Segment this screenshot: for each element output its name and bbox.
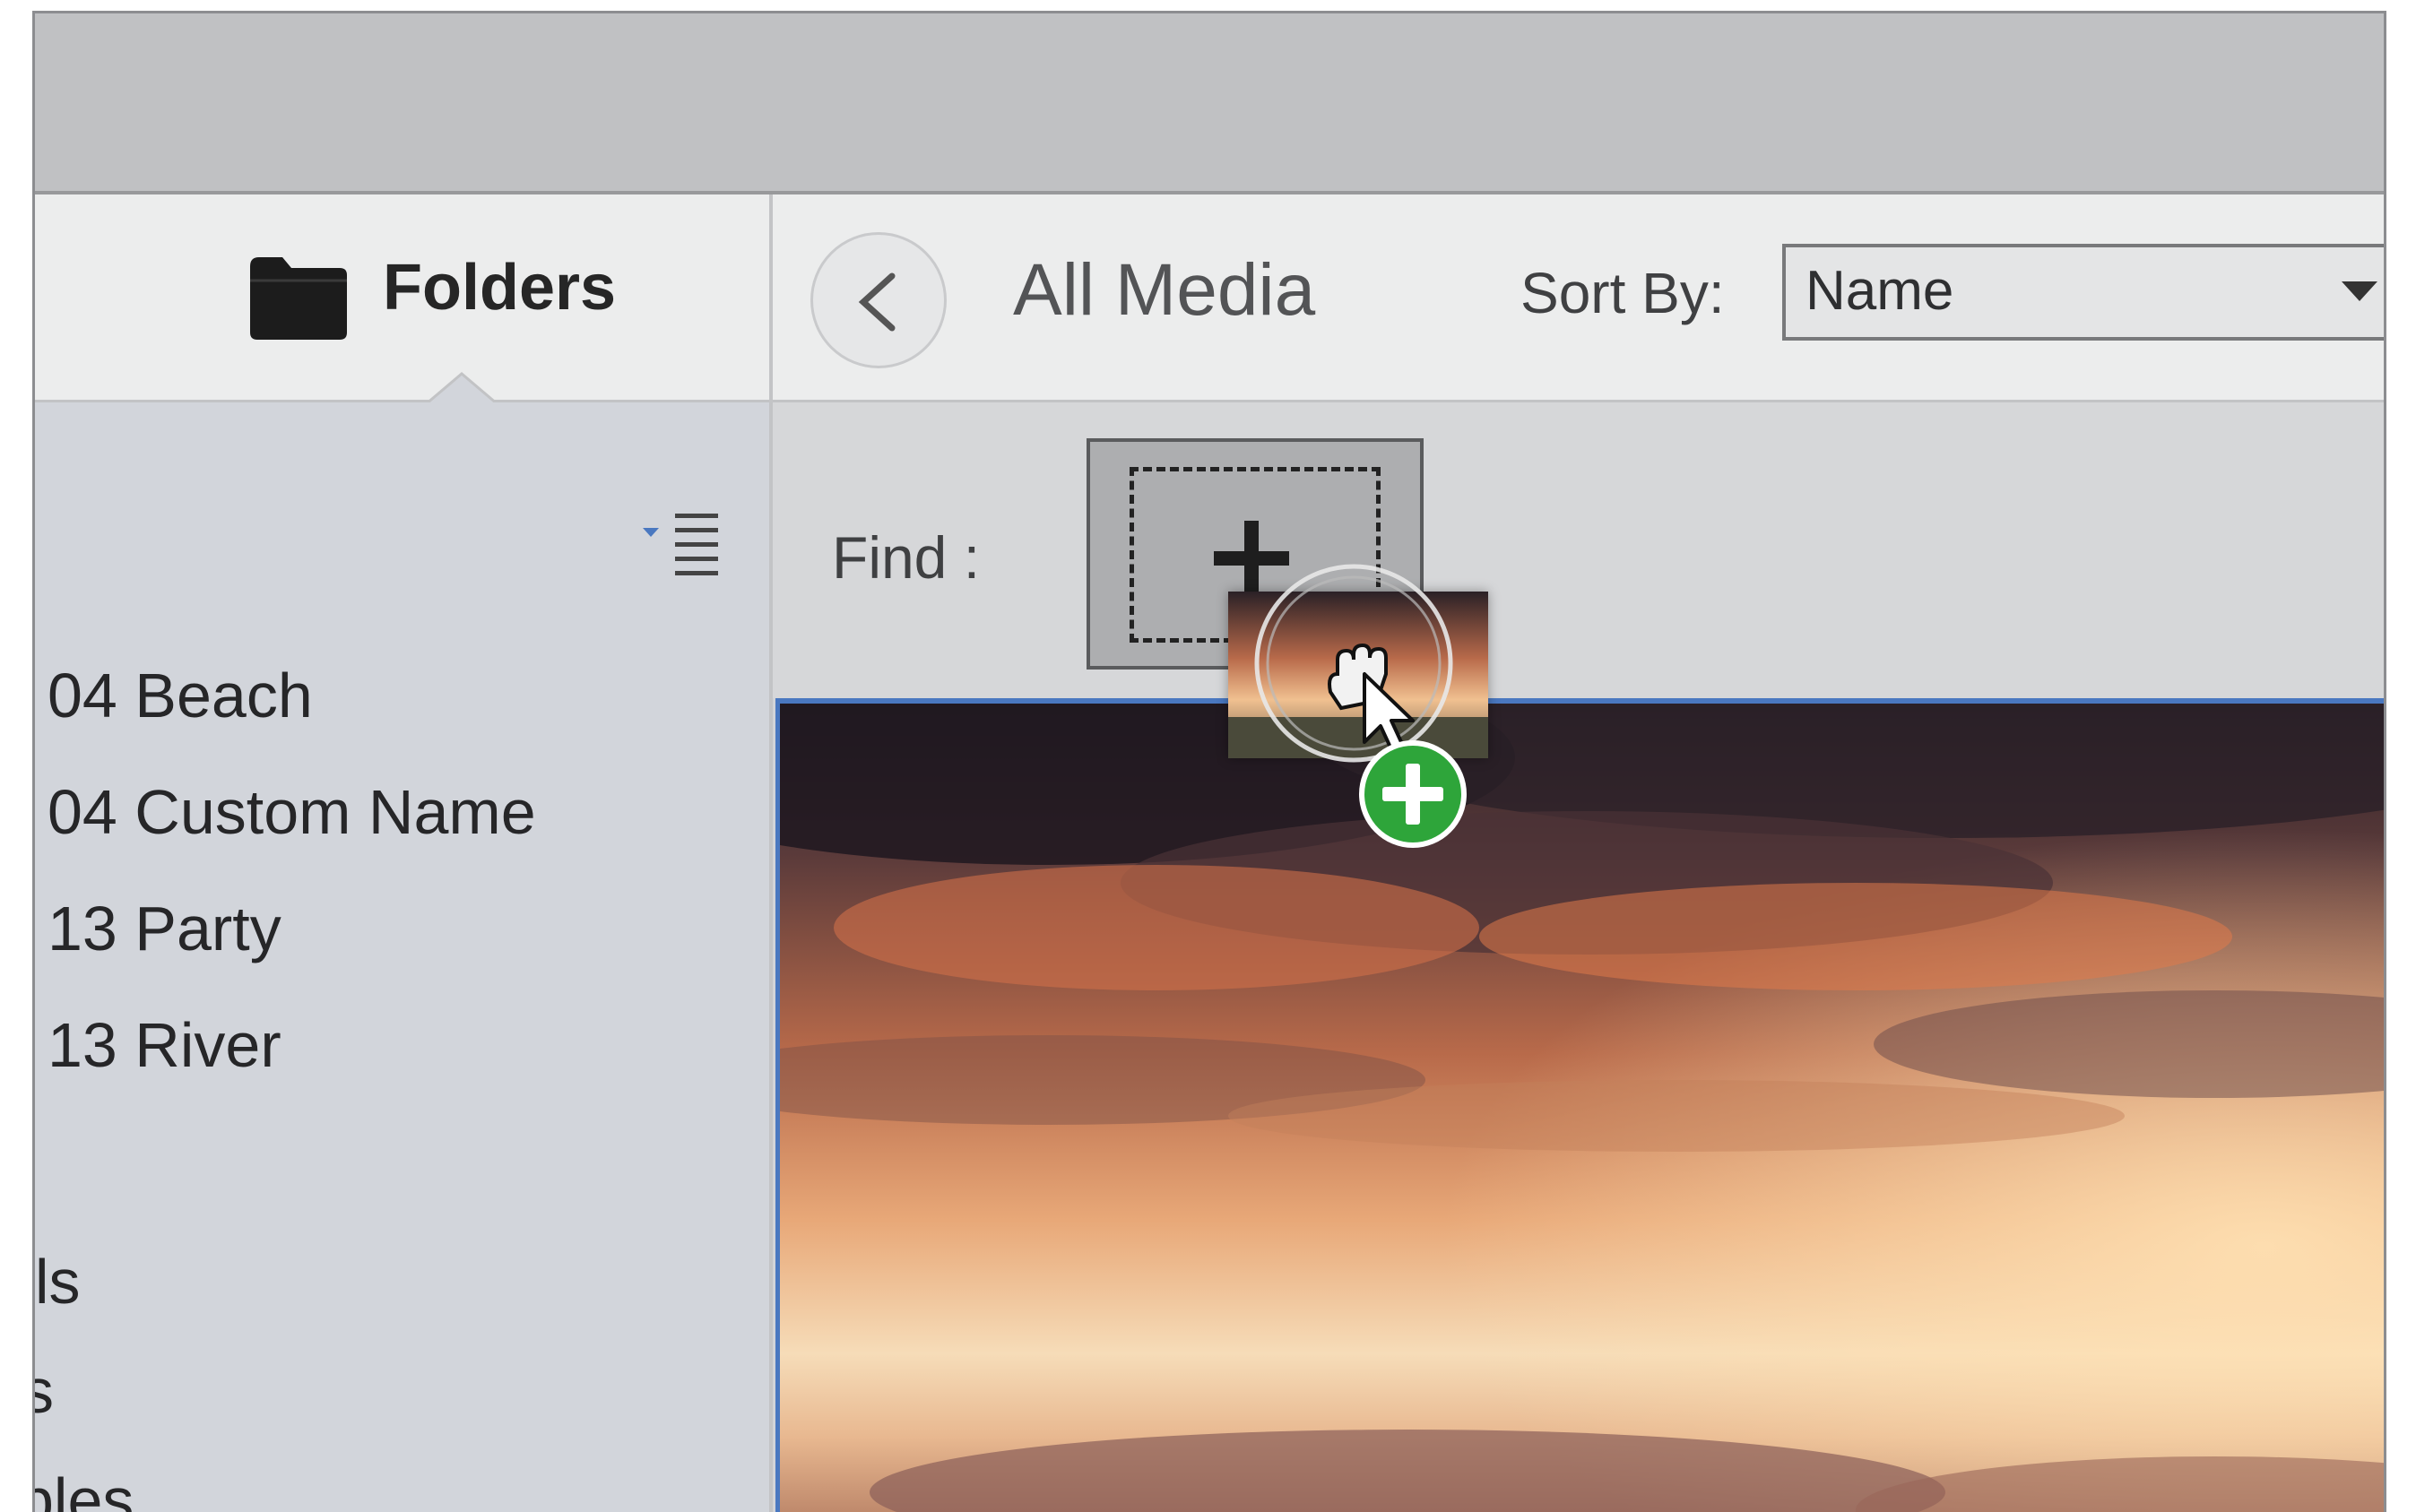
folder-item-04-beach[interactable]: 04 Beach: [48, 664, 313, 727]
page-title: All Media: [1013, 249, 1316, 331]
folder-item-13-party[interactable]: 13 Party: [48, 897, 281, 960]
sidebar-header: Folders: [35, 194, 769, 406]
find-label: Find :: [832, 524, 981, 591]
media-thumbnail[interactable]: [775, 698, 2384, 1512]
sunset-photo: [780, 704, 2384, 1512]
app-window: Folders 04 Beach 04 Custom Name 13 Party…: [32, 11, 2386, 1512]
sidebar-item-partial-3[interactable]: ples: [35, 1469, 134, 1512]
list-options-icon[interactable]: [639, 508, 729, 580]
sidebar-item-partial-1[interactable]: ls: [35, 1250, 81, 1313]
sidebar: 04 Beach 04 Custom Name 13 Party 13 Rive…: [35, 402, 769, 1512]
green-plus-badge-icon: [1359, 740, 1467, 848]
active-tab-caret: [426, 372, 498, 406]
back-button[interactable]: [810, 232, 947, 368]
tab-folders-label: Folders: [383, 252, 617, 324]
chevron-left-icon: [858, 272, 896, 332]
sidebar-item-partial-2[interactable]: s: [35, 1360, 54, 1422]
folder-item-04-custom-name[interactable]: 04 Custom Name: [48, 781, 536, 843]
main-header: All Media Sort By: Name: [773, 194, 2384, 402]
sort-by-label: Sort By:: [1520, 261, 1725, 325]
chevron-down-icon: [2342, 281, 2377, 301]
title-bar: [35, 13, 2384, 194]
sort-by-value: Name: [1806, 260, 1954, 322]
folder-item-13-river[interactable]: 13 River: [48, 1014, 281, 1076]
find-bar: Find :: [773, 402, 2384, 698]
sort-by-select[interactable]: Name: [1782, 244, 2384, 341]
folder-icon: [250, 257, 347, 340]
